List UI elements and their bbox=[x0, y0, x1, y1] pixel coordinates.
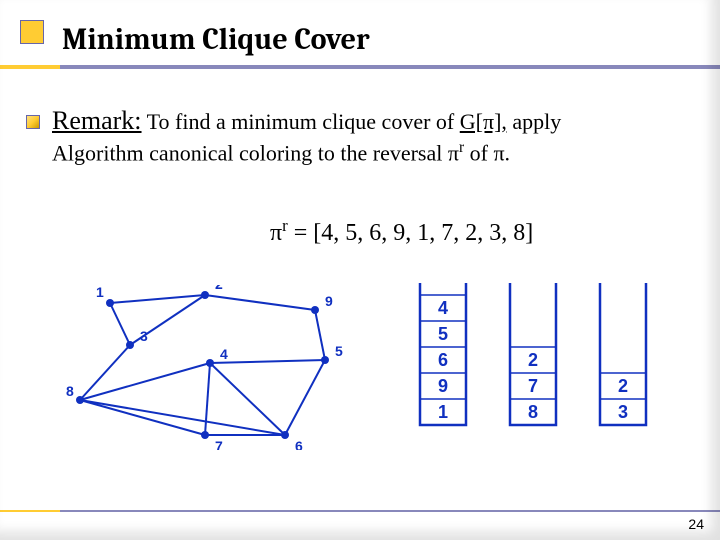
bullet-icon bbox=[26, 115, 40, 129]
svg-text:6: 6 bbox=[438, 350, 448, 370]
svg-text:8: 8 bbox=[528, 402, 538, 422]
svg-text:7: 7 bbox=[215, 438, 223, 450]
slide-shadow bbox=[0, 0, 720, 540]
svg-text:4: 4 bbox=[438, 298, 448, 318]
svg-text:5: 5 bbox=[335, 343, 343, 359]
svg-text:5: 5 bbox=[438, 324, 448, 344]
g-of-pi: G[π], bbox=[460, 109, 507, 134]
title-underline bbox=[0, 65, 720, 69]
page-number: 24 bbox=[688, 516, 704, 532]
svg-text:3: 3 bbox=[618, 402, 628, 422]
svg-text:9: 9 bbox=[325, 293, 333, 309]
remark-label: Remark: bbox=[52, 106, 142, 135]
svg-text:2: 2 bbox=[215, 285, 223, 292]
permutation-graph: 1 2 3 4 5 6 7 8 9 bbox=[55, 285, 355, 450]
remark-text: Remark: To find a minimum clique cover o… bbox=[52, 104, 652, 168]
svg-text:8: 8 bbox=[66, 383, 74, 399]
slide-corner-accent bbox=[20, 20, 44, 44]
svg-text:1: 1 bbox=[96, 285, 104, 300]
svg-text:2: 2 bbox=[528, 350, 538, 370]
svg-text:4: 4 bbox=[220, 346, 228, 362]
svg-text:1: 1 bbox=[438, 402, 448, 422]
slide-title: Minimum Clique Cover bbox=[62, 22, 370, 57]
svg-text:9: 9 bbox=[438, 376, 448, 396]
svg-text:6: 6 bbox=[295, 438, 303, 450]
svg-text:2: 2 bbox=[618, 376, 628, 396]
svg-text:7: 7 bbox=[528, 376, 538, 396]
svg-text:3: 3 bbox=[140, 328, 148, 344]
coloring-stacks: 4569127823 bbox=[390, 275, 655, 445]
pi-reverse-formula: πr = [4, 5, 6, 9, 1, 7, 2, 3, 8] bbox=[270, 216, 533, 247]
footer-rule bbox=[0, 510, 720, 512]
